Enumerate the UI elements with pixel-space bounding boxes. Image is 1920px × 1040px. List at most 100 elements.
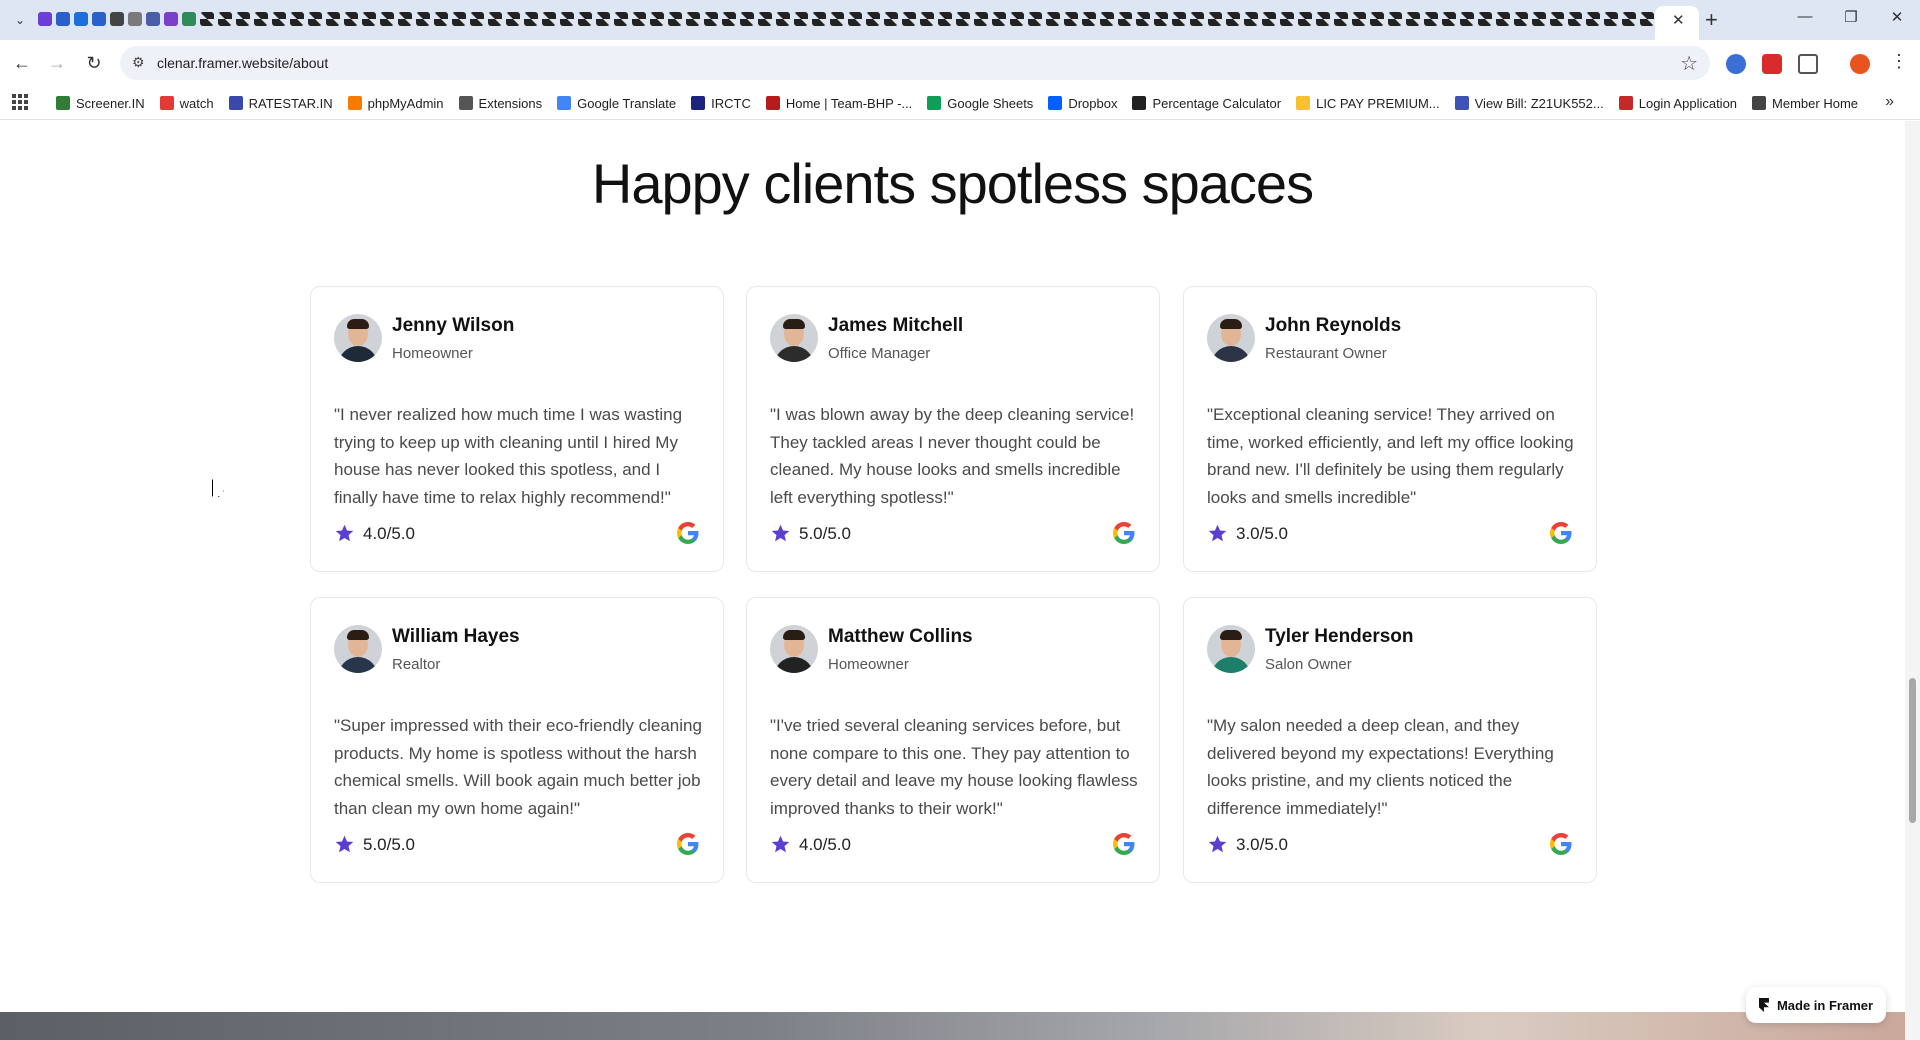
bookmark-item[interactable]: Member Home bbox=[1752, 96, 1858, 111]
pinned-tab-icon[interactable] bbox=[686, 12, 700, 26]
pinned-tab-icon[interactable] bbox=[1334, 12, 1348, 26]
pinned-tab-icon[interactable] bbox=[596, 12, 610, 26]
pinned-tab-icon[interactable] bbox=[1532, 12, 1546, 26]
pinned-tab-icon[interactable] bbox=[974, 12, 988, 26]
bookmark-item[interactable]: Google Sheets bbox=[927, 96, 1033, 111]
forward-icon[interactable]: → bbox=[43, 49, 71, 77]
reload-icon[interactable]: ↻ bbox=[80, 49, 108, 77]
pinned-tab-icon[interactable] bbox=[434, 12, 448, 26]
pinned-tab-icon[interactable] bbox=[1298, 12, 1312, 26]
pinned-tab-icon[interactable] bbox=[1226, 12, 1240, 26]
pinned-tab-icon[interactable] bbox=[560, 12, 574, 26]
pinned-tab-icon[interactable] bbox=[38, 12, 52, 26]
pinned-tab-icon[interactable] bbox=[956, 12, 970, 26]
bookmark-item[interactable]: RATESTAR.IN bbox=[228, 96, 333, 111]
pinned-tab-icon[interactable] bbox=[1316, 12, 1330, 26]
pinned-tab-icon[interactable] bbox=[1352, 12, 1366, 26]
bookmark-item[interactable]: Google Translate bbox=[557, 96, 676, 111]
pinned-tab-icon[interactable] bbox=[740, 12, 754, 26]
restore-icon[interactable]: ❐ bbox=[1828, 8, 1874, 26]
pinned-tab-icon[interactable] bbox=[236, 12, 250, 26]
pinned-tab-icon[interactable] bbox=[1064, 12, 1078, 26]
pinned-tab-icon[interactable] bbox=[578, 12, 592, 26]
pinned-tab-icon[interactable] bbox=[1514, 12, 1528, 26]
pinned-tab-icon[interactable] bbox=[1262, 12, 1276, 26]
pinned-tab-icon[interactable] bbox=[308, 12, 322, 26]
pinned-tab-icon[interactable] bbox=[650, 12, 664, 26]
pinned-tab-icon[interactable] bbox=[380, 12, 394, 26]
pinned-tab-icon[interactable] bbox=[1208, 12, 1222, 26]
address-bar[interactable]: ⚙ clenar.framer.website/about ☆ bbox=[120, 46, 1710, 80]
pinned-tab-icon[interactable] bbox=[1442, 12, 1456, 26]
new-tab-button[interactable]: + bbox=[1705, 7, 1718, 33]
bookmark-item[interactable]: phpMyAdmin bbox=[347, 96, 444, 111]
pinned-tab-icon[interactable] bbox=[1172, 12, 1186, 26]
pinned-tab-icon[interactable] bbox=[200, 12, 214, 26]
pinned-tab-icon[interactable] bbox=[1424, 12, 1438, 26]
pinned-tab-icon[interactable] bbox=[290, 12, 304, 26]
pinned-tab-icon[interactable] bbox=[56, 12, 70, 26]
minimize-icon[interactable]: — bbox=[1782, 8, 1828, 25]
pinned-tab-icon[interactable] bbox=[182, 12, 196, 26]
pinned-tab-icon[interactable] bbox=[74, 12, 88, 26]
pinned-tab-icon[interactable] bbox=[272, 12, 286, 26]
pinned-tab-icon[interactable] bbox=[758, 12, 772, 26]
bookmark-item[interactable]: LIC PAY PREMIUM... bbox=[1296, 96, 1440, 111]
pinned-tab-icon[interactable] bbox=[1100, 12, 1114, 26]
pinned-tab-icon[interactable] bbox=[524, 12, 538, 26]
bookmark-item[interactable]: View Bill: Z21UK552... bbox=[1454, 96, 1604, 111]
pinned-tab-icon[interactable] bbox=[1010, 12, 1024, 26]
pinned-tab-icon[interactable] bbox=[902, 12, 916, 26]
pinned-tab-icon[interactable] bbox=[344, 12, 358, 26]
bookmark-item[interactable]: Login Application bbox=[1618, 96, 1737, 111]
pinned-tab-icon[interactable] bbox=[830, 12, 844, 26]
bookmark-item[interactable]: Screener.IN bbox=[56, 96, 145, 111]
pinned-tab-icon[interactable] bbox=[1118, 12, 1132, 26]
pinned-tab-icon[interactable] bbox=[1136, 12, 1150, 26]
pinned-tab-icon[interactable] bbox=[1082, 12, 1096, 26]
close-tab-icon[interactable]: ✕ bbox=[1672, 11, 1685, 29]
pinned-tab-icon[interactable] bbox=[146, 12, 160, 26]
pinned-tab-icon[interactable] bbox=[1604, 12, 1618, 26]
back-icon[interactable]: ← bbox=[8, 49, 36, 77]
pinned-tab-icon[interactable] bbox=[668, 12, 682, 26]
pinned-tab-icon[interactable] bbox=[1460, 12, 1474, 26]
pinned-tab-icon[interactable] bbox=[632, 12, 646, 26]
pinned-tab-icon[interactable] bbox=[1568, 12, 1582, 26]
pinned-tab-icon[interactable] bbox=[884, 12, 898, 26]
extensions-puzzle-icon[interactable] bbox=[1798, 54, 1818, 74]
pinned-tab-icon[interactable] bbox=[452, 12, 466, 26]
pinned-tab-icon[interactable] bbox=[1244, 12, 1258, 26]
pinned-tab-icon[interactable] bbox=[164, 12, 178, 26]
pinned-tab-icon[interactable] bbox=[794, 12, 808, 26]
pinned-tab-icon[interactable] bbox=[1640, 12, 1654, 26]
pinned-tab-icon[interactable] bbox=[992, 12, 1006, 26]
pinned-tab-icon[interactable] bbox=[110, 12, 124, 26]
made-in-framer-badge[interactable]: Made in Framer bbox=[1746, 987, 1886, 1023]
pinned-tab-icon[interactable] bbox=[1280, 12, 1294, 26]
pinned-tab-icon[interactable] bbox=[1388, 12, 1402, 26]
pinned-tab-icon[interactable] bbox=[1370, 12, 1384, 26]
scroll-thumb[interactable] bbox=[1909, 678, 1916, 823]
pinned-tab-icon[interactable] bbox=[812, 12, 826, 26]
url-text[interactable]: clenar.framer.website/about bbox=[157, 55, 328, 71]
pinned-tab-icon[interactable] bbox=[722, 12, 736, 26]
pinned-tab-icon[interactable] bbox=[938, 12, 952, 26]
pinned-tab-icon[interactable] bbox=[398, 12, 412, 26]
pinned-tab-icon[interactable] bbox=[1406, 12, 1420, 26]
pinned-tab-icon[interactable] bbox=[866, 12, 880, 26]
bookmark-item[interactable]: Percentage Calculator bbox=[1132, 96, 1281, 111]
pinned-tab-icon[interactable] bbox=[326, 12, 340, 26]
page-scrollbar[interactable] bbox=[1905, 121, 1920, 1040]
pinned-tab-icon[interactable] bbox=[218, 12, 232, 26]
pinned-tab-icon[interactable] bbox=[1028, 12, 1042, 26]
pinned-tab-icon[interactable] bbox=[848, 12, 862, 26]
pinned-tab-icon[interactable] bbox=[704, 12, 718, 26]
shield-extension-icon[interactable] bbox=[1762, 54, 1782, 74]
bookmark-item[interactable]: Dropbox bbox=[1048, 96, 1117, 111]
pinned-tab-icon[interactable] bbox=[1154, 12, 1168, 26]
pinned-tab-icon[interactable] bbox=[776, 12, 790, 26]
pinned-tab-icon[interactable] bbox=[1622, 12, 1636, 26]
pinned-tab-icon[interactable] bbox=[254, 12, 268, 26]
bookmark-item[interactable]: watch bbox=[159, 96, 214, 111]
